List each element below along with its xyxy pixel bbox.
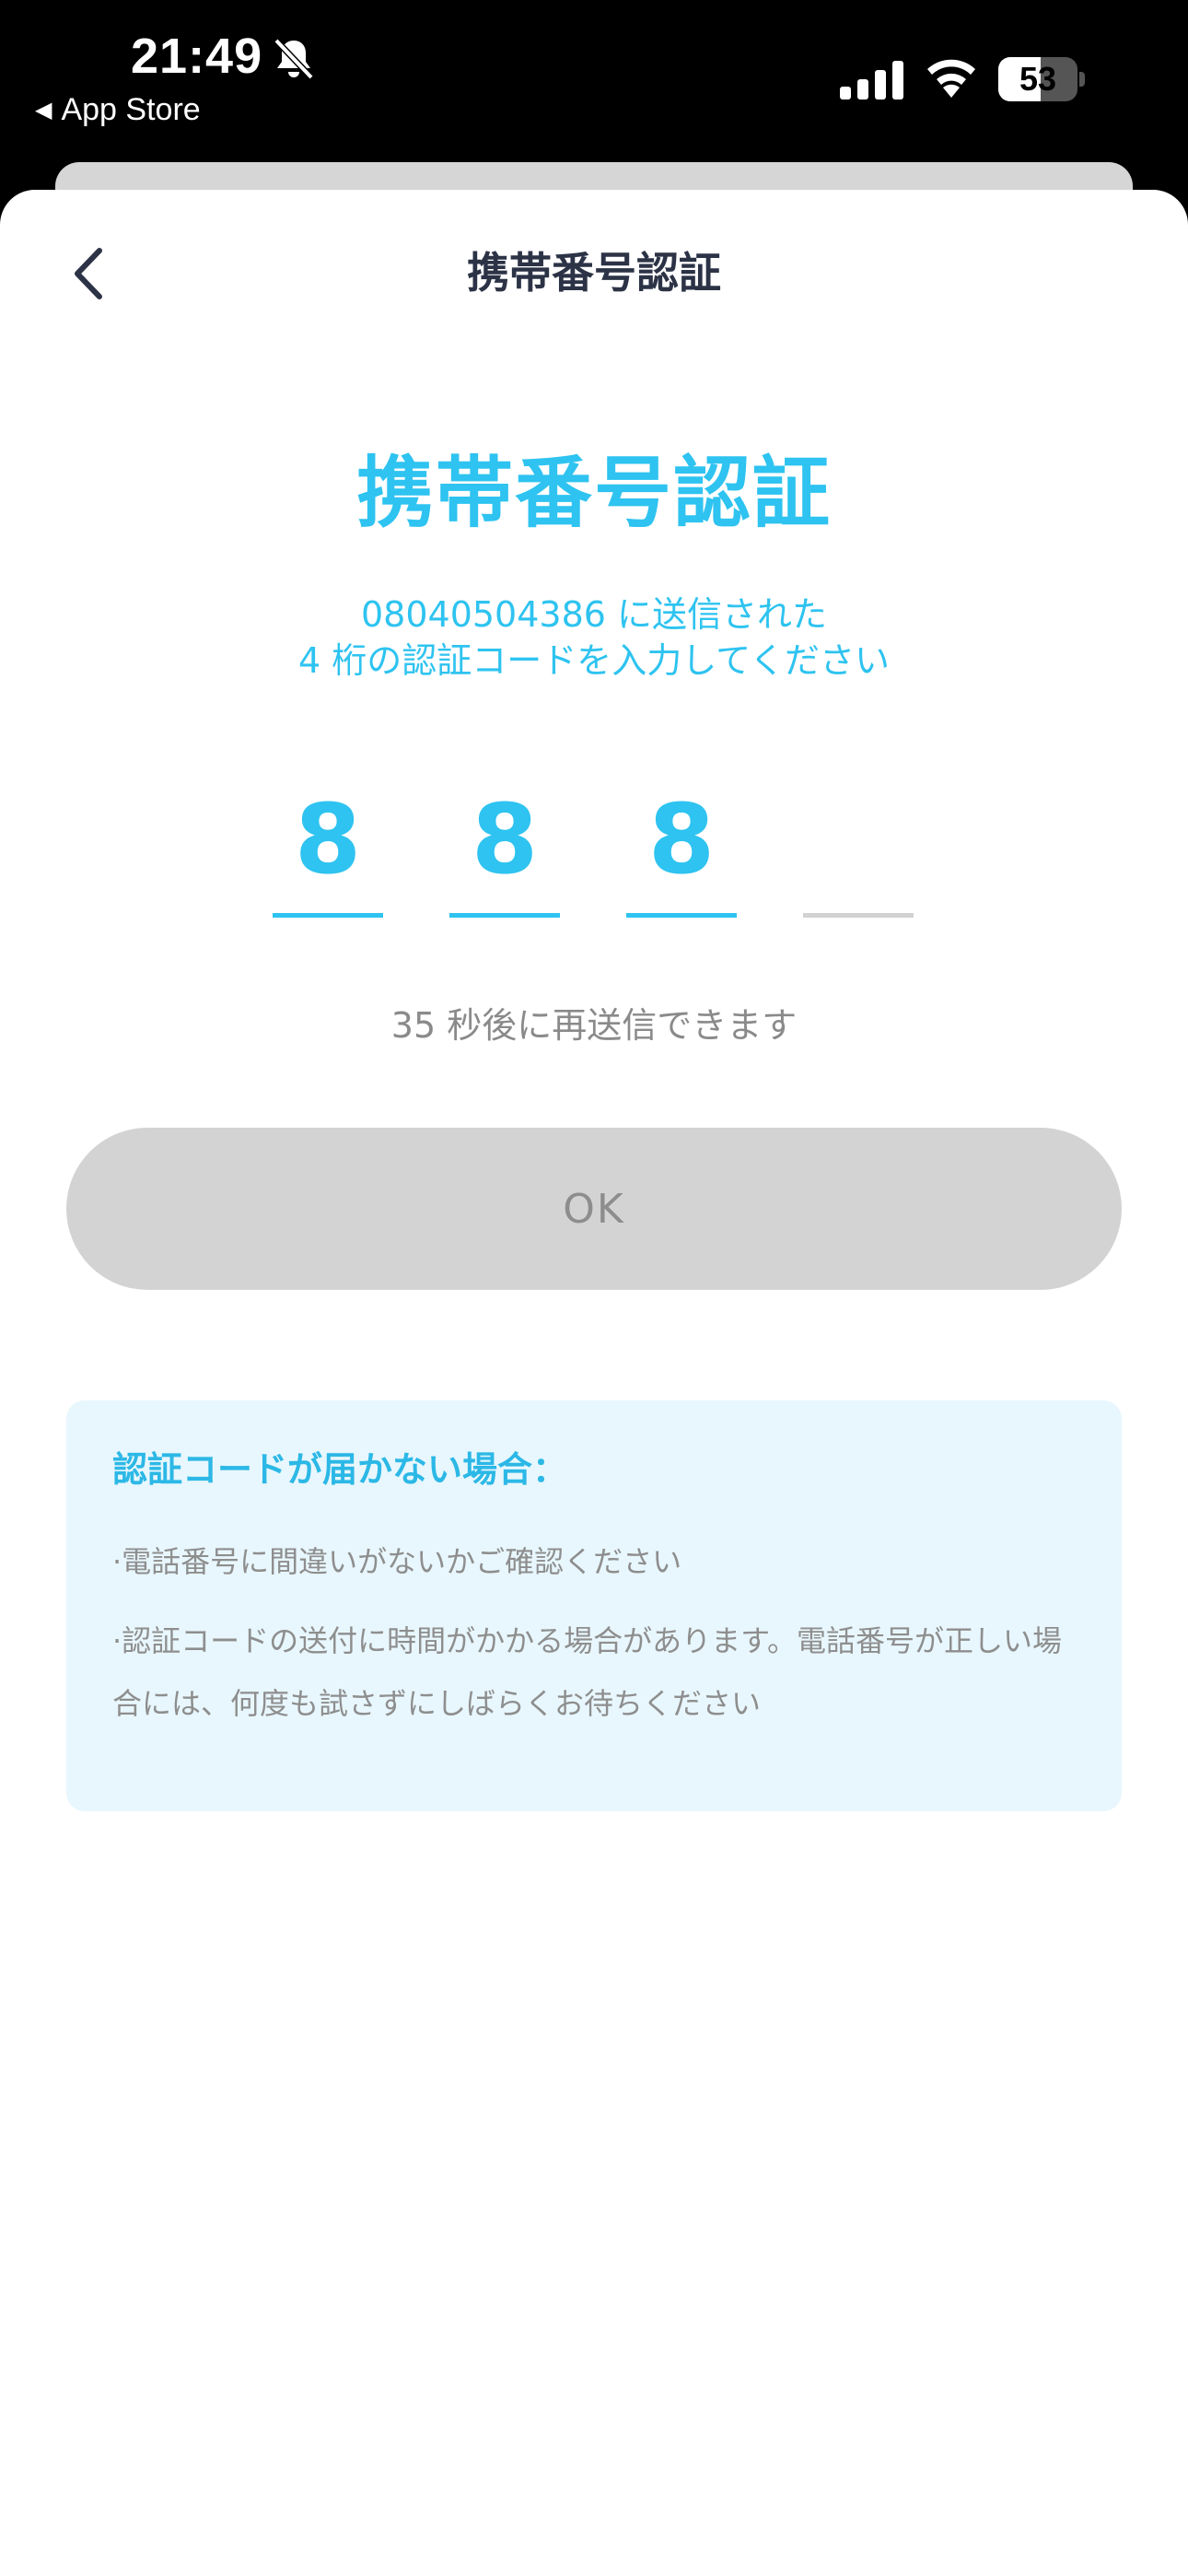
code-underline [273,913,383,918]
instruction-text: 08040504386 に送信された 4 桁の認証コードを入力してください [0,591,1188,684]
code-underline [449,913,560,918]
verification-sheet: 携帯番号認証 携帯番号認証 08040504386 に送信された 4 桁の認証コ… [0,190,1188,2576]
instruction-line-1: 08040504386 に送信された [360,594,828,635]
help-item: ·認証コードの送付に時間がかかる場合があります。電話番号が正しい場合には、何度も… [112,1623,1062,1721]
help-box: 認証コードが届かない場合： ·電話番号に間違いがないかご確認ください ·認証コー… [66,1400,1122,1811]
back-app-label: App Store [61,92,201,127]
bell-slash-icon [274,38,314,80]
back-triangle-icon: ◀ [35,98,52,123]
cellular-signal-icon [840,61,903,100]
resend-countdown: 35 秒後に再送信できます [390,1005,798,1046]
code-digit-3[interactable]: 8 [626,779,737,918]
battery-level: 53 [1019,60,1057,98]
help-title: 認証コードが届かない場合： [112,1449,568,1490]
battery-nub [1079,72,1085,87]
code-underline [626,913,737,918]
ok-button[interactable]: OK [66,1128,1122,1290]
help-item: ·電話番号に間違いがないかご確認ください [112,1544,682,1579]
status-time: 21:49 [131,29,263,84]
nav-title: 携帯番号認証 [467,248,721,298]
code-digit-2-value: 8 [471,783,539,896]
code-digit-1[interactable]: 8 [273,779,383,918]
code-input-row[interactable]: 8 8 8 [273,779,917,936]
code-digit-2[interactable]: 8 [449,779,560,918]
code-digit-1-value: 8 [294,783,362,896]
wifi-icon [927,59,975,98]
code-digit-4[interactable] [803,779,914,918]
code-digit-3-value: 8 [647,783,716,896]
page-title: 携帯番号認証 [355,448,832,538]
battery-icon: 53 [998,57,1077,101]
back-to-app-store[interactable]: ◀ App Store [35,92,201,128]
code-underline [803,913,914,918]
instruction-line-2: 4 桁の認証コードを入力してください [298,640,890,681]
